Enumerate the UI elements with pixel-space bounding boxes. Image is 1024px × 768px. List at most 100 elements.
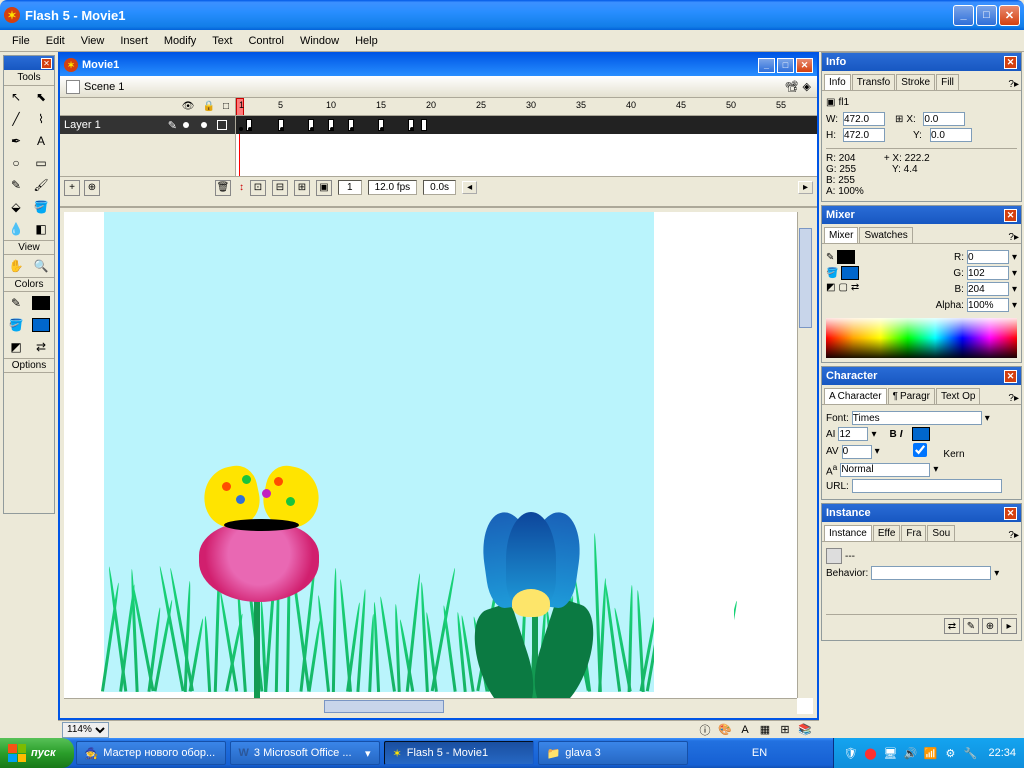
swap-colors-icon[interactable]: ⇄ (851, 282, 859, 293)
menu-view[interactable]: View (73, 33, 113, 49)
tab-swatches[interactable]: Swatches (859, 227, 912, 243)
frame-strip[interactable] (236, 116, 817, 134)
width-field[interactable] (843, 112, 885, 126)
lock-icon[interactable]: 🔒 (203, 101, 215, 112)
duplicate-button[interactable]: ⊕ (982, 618, 998, 634)
vertical-scrollbar[interactable] (797, 212, 813, 698)
alpha-field[interactable] (967, 298, 1009, 312)
text-tool[interactable]: A (29, 130, 53, 152)
italic-button[interactable]: I (900, 429, 903, 440)
edit-actions-button[interactable]: ▸ (1001, 618, 1017, 634)
chevron-down-icon[interactable]: ▾ (933, 464, 938, 475)
x-field[interactable] (923, 112, 965, 126)
menu-icon[interactable]: ▸ (1014, 232, 1019, 243)
tray-icon[interactable]: 📶 (922, 745, 938, 761)
menu-icon[interactable]: ▸ (1014, 79, 1019, 90)
tab-character[interactable]: A Character (824, 388, 887, 404)
layer-row[interactable]: Layer 1 ✎ (60, 116, 235, 134)
pen-tool[interactable]: ✒ (4, 130, 28, 152)
b-field[interactable] (967, 282, 1009, 296)
document-titlebar[interactable]: ✶ Movie1 _ □ ✕ (60, 54, 817, 76)
tab-frame[interactable]: Fra (901, 525, 926, 541)
language-indicator[interactable]: EN (748, 747, 771, 759)
modify-onion-button[interactable]: ▣ (316, 180, 332, 196)
ink-bottle-tool[interactable]: ⬙ (4, 196, 28, 218)
scroll-right-button[interactable]: ▸ (798, 181, 813, 194)
font-select[interactable] (852, 411, 982, 425)
menu-window[interactable]: Window (292, 33, 347, 49)
tray-icon[interactable]: 🖥 (882, 745, 898, 761)
url-field[interactable] (852, 479, 1002, 493)
minimize-button[interactable]: _ (953, 5, 974, 26)
tray-icon[interactable]: 🛡 (842, 745, 858, 761)
edit-symbol-button[interactable]: ✎ (963, 618, 979, 634)
chevron-down-icon[interactable]: ▾ (985, 413, 990, 424)
edit-scene-button[interactable]: 📽 (785, 80, 799, 93)
outline-icon[interactable]: □ (223, 101, 229, 112)
fill-color-swatch[interactable] (29, 314, 53, 336)
doc-minimize-button[interactable]: _ (758, 58, 775, 73)
chevron-down-icon[interactable]: ▾ (875, 446, 880, 457)
taskbar-item[interactable]: 📁glava 3 (538, 741, 688, 765)
tools-panel-header[interactable]: ✕ (4, 56, 54, 70)
chevron-down-icon[interactable]: ▾ (1012, 284, 1017, 295)
tab-effect[interactable]: Effe (873, 525, 901, 541)
rectangle-tool[interactable]: ▭ (29, 152, 53, 174)
timeline-frames[interactable] (235, 116, 817, 176)
eraser-tool[interactable]: ◧ (29, 218, 53, 240)
onion-outline-button[interactable]: ⊟ (272, 180, 288, 196)
show-character-icon[interactable]: A (737, 722, 753, 738)
maximize-button[interactable]: □ (976, 5, 997, 26)
menu-modify[interactable]: Modify (156, 33, 204, 49)
close-icon[interactable]: ✕ (1004, 507, 1017, 520)
color-spectrum[interactable] (826, 318, 1017, 358)
tray-icon[interactable]: 🔊 (902, 745, 918, 761)
behavior-select[interactable] (871, 566, 991, 580)
zoom-select[interactable]: 114% (62, 722, 109, 738)
tab-paragraph[interactable]: ¶ Paragr (888, 388, 935, 404)
clock[interactable]: 22:34 (988, 747, 1016, 759)
eye-icon[interactable]: 👁 (182, 101, 195, 112)
tracking-field[interactable] (842, 445, 872, 459)
g-field[interactable] (967, 266, 1009, 280)
swap-symbol-button[interactable]: ⇄ (944, 618, 960, 634)
paint-bucket-tool[interactable]: 🪣 (29, 196, 53, 218)
taskbar-item-active[interactable]: ✶Flash 5 - Movie1 (384, 741, 534, 765)
center-playhead-icon[interactable]: ↕ (239, 182, 244, 193)
menu-insert[interactable]: Insert (112, 33, 156, 49)
tab-transform[interactable]: Transfo (852, 74, 896, 90)
add-layer-button[interactable]: + (64, 180, 80, 196)
menu-icon[interactable]: ▸ (1014, 530, 1019, 541)
outline-square[interactable] (217, 120, 227, 130)
start-button[interactable]: пуск (0, 738, 74, 768)
stage[interactable]: document.write(Array.from({length:70},(_… (104, 212, 654, 692)
doc-maximize-button[interactable]: □ (777, 58, 794, 73)
default-colors-button[interactable]: ◩ (4, 336, 28, 358)
tab-mixer[interactable]: Mixer (824, 227, 858, 243)
lock-dot[interactable] (201, 122, 207, 128)
close-icon[interactable]: ✕ (1004, 209, 1017, 222)
line-tool[interactable]: ╱ (4, 108, 28, 130)
lasso-tool[interactable]: ⌇ (29, 108, 53, 130)
stroke-color-swatch[interactable] (29, 292, 53, 314)
taskbar-item[interactable]: W3 Microsoft Office ...▾ (230, 741, 380, 765)
menu-file[interactable]: File (4, 33, 38, 49)
chevron-down-icon[interactable]: ▾ (1012, 252, 1017, 263)
none-color-icon[interactable]: ▢ (838, 282, 847, 293)
eyedropper-tool[interactable]: 💧 (4, 218, 28, 240)
add-guide-button[interactable]: ⊕ (84, 180, 100, 196)
tray-icon[interactable]: 🔧 (962, 745, 978, 761)
show-library-icon[interactable]: 📚 (797, 722, 813, 738)
tab-info[interactable]: Info (824, 74, 851, 90)
r-field[interactable] (967, 250, 1009, 264)
menu-edit[interactable]: Edit (38, 33, 73, 49)
edit-symbols-button[interactable]: ◈ (803, 80, 811, 93)
taskbar-item[interactable]: 🧙Мастер нового обор... (76, 741, 226, 765)
pencil-tool[interactable]: ✎ (4, 174, 28, 196)
chevron-down-icon[interactable]: ▾ (871, 429, 876, 440)
tab-instance[interactable]: Instance (824, 525, 872, 541)
registration-icon[interactable]: ⊞ (895, 114, 903, 125)
delete-layer-button[interactable]: 🗑 (215, 180, 231, 196)
y-field[interactable] (930, 128, 972, 142)
show-info-icon[interactable]: ⓘ (697, 722, 713, 738)
